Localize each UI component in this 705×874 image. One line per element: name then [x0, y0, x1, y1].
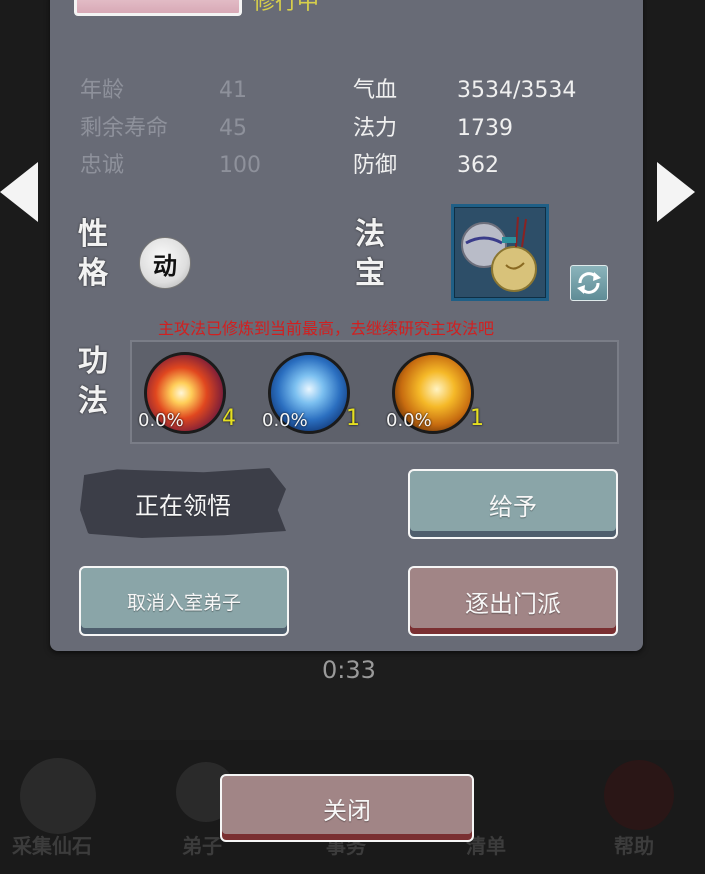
skill-level: 4: [222, 406, 236, 431]
skills-label-char1: 功: [78, 344, 108, 379]
skill-progress: 0.0%: [386, 410, 432, 431]
background-timer: 0:33: [322, 656, 376, 684]
remaining-lifespan-value: 45: [219, 116, 247, 141]
loyalty-label: 忠诚: [80, 153, 125, 178]
skill-warning-message: 主攻法已修炼到当前最高，去继续研究主攻法吧: [158, 319, 495, 338]
background-nav-collect: 采集仙石: [12, 834, 92, 858]
hp-value: 3534/3534: [457, 78, 577, 103]
skill-slot[interactable]: 0.0% 1: [382, 342, 484, 444]
personality-badge[interactable]: 动: [139, 237, 191, 289]
background-nav-icon: [604, 760, 674, 830]
close-button[interactable]: 关闭: [220, 774, 474, 842]
background-nav-icon: [20, 758, 96, 834]
skills-panel: 0.0% 4 0.0% 1 0.0% 1: [130, 340, 619, 444]
mana-value: 1739: [457, 116, 513, 141]
skill-slot[interactable]: 0.0% 1: [258, 342, 360, 444]
treasure-item-icon: [461, 216, 537, 292]
treasure-label-char1: 法: [355, 217, 385, 252]
cultivation-status: 修行中: [253, 0, 320, 15]
skill-progress: 0.0%: [138, 410, 184, 431]
age-value: 41: [219, 78, 247, 103]
next-disciple-arrow-icon[interactable]: [655, 160, 695, 224]
background-nav-help: 帮助: [614, 834, 654, 858]
disciple-portrait: [74, 0, 242, 16]
loyalty-value: 100: [219, 153, 261, 178]
skill-progress: 0.0%: [262, 410, 308, 431]
defense-label: 防御: [353, 153, 398, 178]
give-button[interactable]: 给予: [408, 469, 618, 539]
skill-slot[interactable]: 0.0% 4: [134, 342, 236, 444]
refresh-treasure-button[interactable]: [570, 265, 608, 301]
treasure-slot[interactable]: [451, 204, 549, 301]
disciple-info-dialog: 修行中 年龄 41 剩余寿命 45 忠诚 100 气血 3534/3534 法力…: [50, 0, 643, 651]
personality-label-char1: 性: [78, 217, 108, 252]
expel-from-sect-button[interactable]: 逐出门派: [408, 566, 618, 636]
skill-level: 1: [470, 406, 484, 431]
background-left-panel: [0, 0, 50, 500]
previous-disciple-arrow-icon[interactable]: [0, 160, 40, 224]
comprehending-button[interactable]: 正在领悟: [80, 468, 286, 538]
hp-label: 气血: [353, 78, 398, 103]
treasure-label-char2: 宝: [355, 256, 385, 291]
cancel-inner-disciple-button[interactable]: 取消入室弟子: [79, 566, 289, 636]
background-right-panel: [643, 0, 705, 500]
skills-label-char2: 法: [78, 384, 108, 419]
background-nav-disciples: 弟子: [182, 834, 222, 858]
mana-label: 法力: [353, 116, 398, 141]
skill-level: 1: [346, 406, 360, 431]
personality-label-char2: 格: [78, 256, 108, 291]
age-label: 年龄: [80, 78, 125, 103]
remaining-lifespan-label: 剩余寿命: [80, 116, 169, 141]
defense-value: 362: [457, 153, 499, 178]
refresh-icon: [577, 272, 601, 294]
